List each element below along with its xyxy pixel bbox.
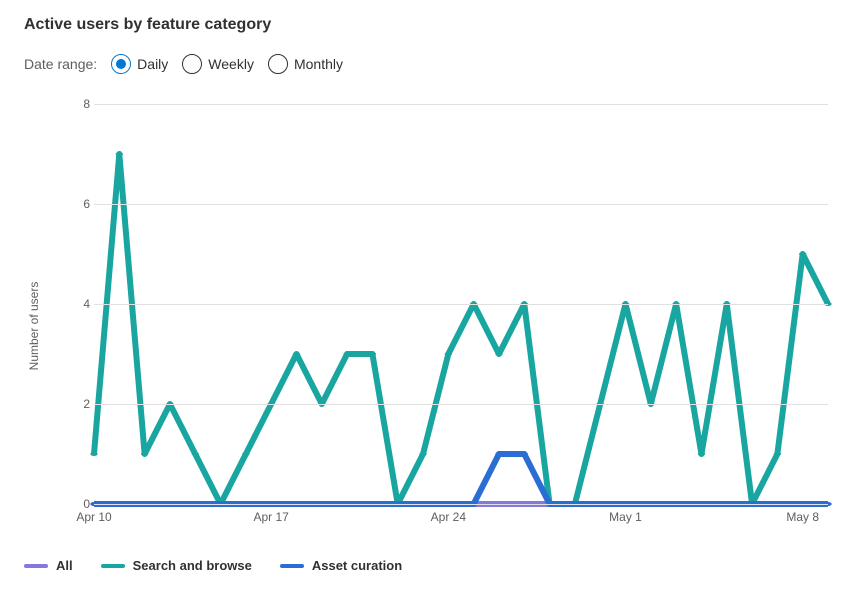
grid-line <box>94 504 828 505</box>
data-point[interactable] <box>521 452 528 456</box>
legend-label: Asset curation <box>312 558 402 573</box>
radio-weekly-label: Weekly <box>208 56 254 72</box>
series-line <box>94 154 828 504</box>
data-point[interactable] <box>116 152 123 156</box>
grid-line <box>94 104 828 105</box>
data-point[interactable] <box>293 352 300 356</box>
data-point[interactable] <box>369 352 376 356</box>
data-point[interactable] <box>242 452 249 456</box>
plot-area: 02468Apr 10Apr 17Apr 24May 1May 8 <box>94 104 828 504</box>
y-tick-label: 6 <box>72 197 90 211</box>
legend-item-asset-curation[interactable]: Asset curation <box>280 558 402 573</box>
data-point[interactable] <box>445 352 452 356</box>
data-point[interactable] <box>90 452 97 456</box>
radio-circle-icon <box>268 54 288 74</box>
legend: All Search and browse Asset curation <box>24 558 838 573</box>
x-tick-label: May 1 <box>609 510 642 524</box>
radio-daily[interactable]: Daily <box>111 54 168 74</box>
legend-label: All <box>56 558 73 573</box>
date-range-selector: Date range: Daily Weekly Monthly <box>24 54 838 74</box>
data-point[interactable] <box>799 252 806 256</box>
legend-swatch <box>101 564 125 568</box>
x-tick-label: Apr 10 <box>76 510 111 524</box>
data-point[interactable] <box>495 452 502 456</box>
grid-line <box>94 304 828 305</box>
y-axis-label: Number of users <box>27 282 41 371</box>
data-point[interactable] <box>419 452 426 456</box>
legend-swatch <box>280 564 304 568</box>
grid-line <box>94 404 828 405</box>
page-title: Active users by feature category <box>24 16 838 34</box>
data-point[interactable] <box>495 352 502 356</box>
series-line <box>94 454 828 504</box>
grid-line <box>94 204 828 205</box>
radio-monthly-label: Monthly <box>294 56 343 72</box>
date-range-label: Date range: <box>24 56 97 72</box>
legend-item-search-browse[interactable]: Search and browse <box>101 558 252 573</box>
data-point[interactable] <box>192 452 199 456</box>
radio-monthly[interactable]: Monthly <box>268 54 343 74</box>
radio-daily-label: Daily <box>137 56 168 72</box>
chart: Number of users 02468Apr 10Apr 17Apr 24M… <box>44 104 838 534</box>
radio-weekly[interactable]: Weekly <box>182 54 254 74</box>
x-tick-label: May 8 <box>786 510 819 524</box>
legend-item-all[interactable]: All <box>24 558 73 573</box>
x-tick-label: Apr 17 <box>253 510 288 524</box>
data-point[interactable] <box>343 352 350 356</box>
legend-label: Search and browse <box>133 558 252 573</box>
y-tick-label: 2 <box>72 397 90 411</box>
y-tick-label: 4 <box>72 297 90 311</box>
y-tick-label: 0 <box>72 497 90 511</box>
x-tick-label: Apr 24 <box>431 510 466 524</box>
legend-swatch <box>24 564 48 568</box>
data-point[interactable] <box>141 452 148 456</box>
data-point[interactable] <box>698 452 705 456</box>
data-point[interactable] <box>774 452 781 456</box>
radio-circle-icon <box>111 54 131 74</box>
y-tick-label: 8 <box>72 97 90 111</box>
radio-circle-icon <box>182 54 202 74</box>
